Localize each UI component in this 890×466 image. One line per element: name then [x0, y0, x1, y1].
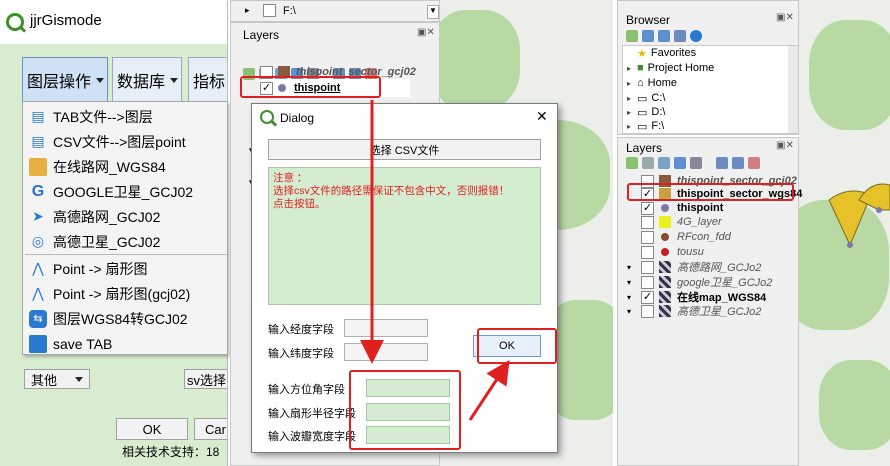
- expand-arrow-icon: ▸: [627, 78, 632, 88]
- layer-name: 高德卫星_GCJo2: [677, 306, 762, 318]
- dock-float-icon[interactable]: ▣✕: [776, 140, 794, 151]
- browser-item-label: D:\: [651, 106, 666, 118]
- add-icon[interactable]: [626, 30, 638, 42]
- browser-item-c-drive[interactable]: ▸ ▭ C:\: [627, 91, 665, 105]
- home-icon: ⌂: [637, 77, 644, 89]
- layer-row[interactable]: ▾ 高德卫星_GCJo2: [627, 302, 761, 320]
- collapse-icon[interactable]: [674, 30, 686, 42]
- map-canvas-result[interactable]: [799, 0, 890, 466]
- layer-checkbox[interactable]: [641, 215, 654, 229]
- expand-all-icon[interactable]: [716, 157, 728, 169]
- drive-icon: ▭: [637, 106, 648, 119]
- polygon-symbol-icon: [659, 216, 671, 228]
- browser-item-home[interactable]: ▸ ⌂ Home: [627, 76, 677, 90]
- browser-item-label: C:\: [651, 92, 666, 104]
- layer-checkbox[interactable]: [641, 304, 654, 318]
- browser-item-project-home[interactable]: ▸ ■ Project Home: [627, 61, 714, 75]
- point-symbol-icon: [661, 233, 669, 241]
- layers-title: Layers: [626, 141, 663, 155]
- drive-icon: ▭: [637, 120, 648, 133]
- layer-checkbox[interactable]: [641, 245, 654, 259]
- layer-checkbox[interactable]: [641, 260, 654, 274]
- point-marker: [847, 242, 853, 248]
- raster-icon: [659, 261, 671, 273]
- expand-arrow-icon: ▾: [627, 277, 632, 287]
- point-symbol-icon: [661, 204, 669, 212]
- expand-arrow-icon: ▸: [627, 93, 632, 103]
- project-icon: ■: [637, 62, 644, 74]
- sector-shapes: [828, 183, 890, 248]
- expand-arrow-icon: ▾: [627, 306, 632, 316]
- layer-checkbox[interactable]: [641, 275, 654, 289]
- layer-name: RFcon_fdd: [677, 231, 731, 243]
- browser-item-label: Favorites: [650, 47, 697, 59]
- dock-float-icon[interactable]: ▣✕: [776, 12, 794, 23]
- annotation-arrow: [468, 359, 510, 421]
- filter-icon[interactable]: [658, 30, 670, 42]
- layer-checkbox[interactable]: [641, 230, 654, 244]
- expand-arrow-icon: ▾: [627, 262, 632, 272]
- info-icon[interactable]: [690, 30, 702, 42]
- browser-title: Browser: [626, 13, 671, 27]
- browser-item-favorites[interactable]: ★ Favorites: [627, 46, 696, 60]
- expand-arrow-icon: ▾: [627, 292, 632, 302]
- browser-item-label: F:\: [651, 120, 665, 132]
- scrollbar[interactable]: [788, 46, 798, 133]
- layer-name: 4G_layer: [677, 216, 722, 228]
- point-marker: [876, 207, 882, 213]
- add-group-icon[interactable]: [642, 157, 654, 169]
- raster-icon: [659, 276, 671, 288]
- expand-arrow-icon: ▸: [627, 121, 632, 131]
- browser-item-d-drive[interactable]: ▸ ▭ D:\: [627, 105, 665, 119]
- star-icon: ★: [637, 47, 647, 60]
- qgis-result-window: Browser ▣✕ ★ Favorites ▸ ■ Project Home ▸…: [617, 0, 890, 466]
- raster-icon: [659, 305, 671, 317]
- collapse-all-icon[interactable]: [732, 157, 744, 169]
- layer-name: tousu: [677, 246, 704, 258]
- style-icon[interactable]: [626, 157, 638, 169]
- remove-layer-icon[interactable]: [748, 157, 760, 169]
- expression-icon[interactable]: [690, 157, 702, 169]
- filter-icon[interactable]: [674, 157, 686, 169]
- browser-item-label: Project Home: [647, 62, 715, 74]
- browser-item-label: Home: [647, 77, 677, 89]
- expand-arrow-icon: ▸: [627, 107, 632, 117]
- eye-icon[interactable]: [658, 157, 670, 169]
- expand-arrow-icon: ▸: [627, 63, 632, 73]
- refresh-icon[interactable]: [642, 30, 654, 42]
- browser-item-f-drive[interactable]: ▸ ▭ F:\: [627, 119, 664, 133]
- point-symbol-icon: [661, 248, 669, 256]
- drive-icon: ▭: [637, 92, 648, 105]
